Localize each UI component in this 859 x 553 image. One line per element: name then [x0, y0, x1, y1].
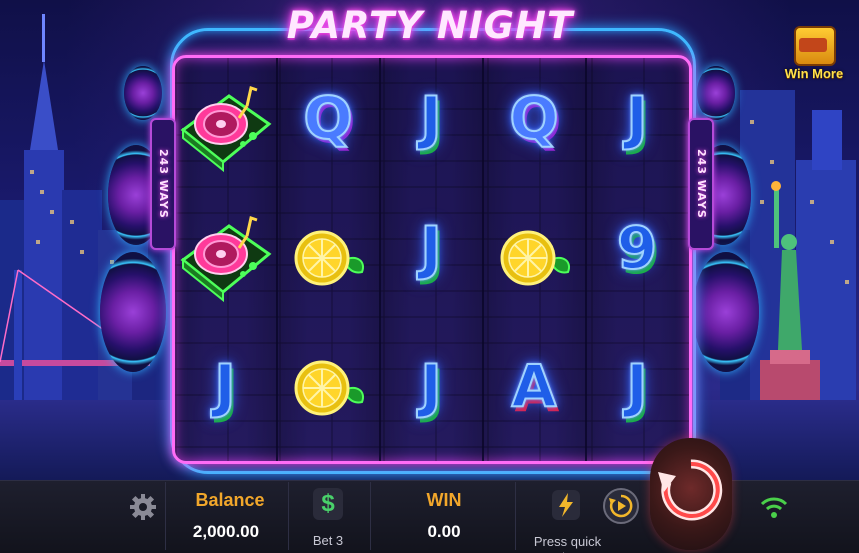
speaker-left-bottom [100, 252, 166, 372]
divider [515, 482, 516, 550]
speaker-right-top [697, 66, 735, 120]
spin-icon [658, 459, 723, 521]
game-title: PARTY NIGHT [286, 4, 574, 47]
letter-j-symbol: J [419, 84, 443, 152]
letter-q-symbol: Q [508, 84, 559, 152]
quick-stop-label: Press quick stop [533, 534, 602, 553]
dollar-icon[interactable]: $ [313, 488, 343, 520]
lemon-icon [294, 230, 364, 286]
reel-1-row-2-symbol [175, 196, 275, 316]
reel-3-row-3-symbol: J [381, 326, 481, 446]
reel-4-row-2-symbol [484, 196, 584, 316]
letter-j-symbol: J [419, 214, 443, 282]
divider [165, 482, 166, 550]
letter-j-symbol: J [625, 352, 649, 420]
divider [288, 482, 289, 550]
reel-1-row-1-symbol [175, 66, 275, 186]
win-value: 0.00 [427, 522, 461, 541]
quick-stop-button[interactable] [552, 490, 580, 520]
win-label: WIN [426, 490, 462, 510]
letter-j-symbol: J [419, 352, 443, 420]
reel-2-row-2-symbol [278, 196, 378, 316]
reel-5-row-1-symbol: J [587, 58, 687, 178]
letter-j-symbol: J [213, 352, 237, 420]
treasure-chest-icon [794, 26, 836, 66]
balance-label: Balance [195, 490, 265, 510]
reel-2-row-3-symbol [278, 326, 378, 446]
ways-badge-right: 243 WAYS [688, 118, 714, 250]
reel-2-row-1-symbol: Q [278, 58, 378, 178]
gear-icon[interactable] [129, 493, 157, 521]
lightning-icon [559, 493, 573, 517]
bet-label[interactable]: Bet 3 [298, 533, 358, 548]
autoplay-button[interactable] [603, 488, 639, 524]
speaker-right-bottom [693, 252, 759, 372]
reel-3-row-1-symbol: J [381, 58, 481, 178]
reel-5-row-3-symbol: J [587, 326, 687, 446]
reel-4-row-3-symbol: A [484, 326, 584, 446]
balance-value: 2,000.00 [192, 522, 260, 541]
reel-5-row-2-symbol: 9 [587, 188, 687, 308]
turntable-icon [180, 86, 272, 173]
reel-3-row-2-symbol: J [381, 188, 481, 308]
divider [370, 482, 371, 550]
letter-a-symbol: A [511, 352, 558, 420]
spin-button[interactable] [650, 438, 732, 550]
game-scene: PARTY NIGHT J Q J J J Q A J 9 J 243 WAYS… [0, 0, 859, 553]
lemon-icon [294, 360, 364, 416]
lemon-icon [500, 230, 570, 286]
ways-badge-left: 243 WAYS [150, 118, 176, 250]
turntable-icon [180, 216, 272, 303]
letter-q-symbol: Q [302, 84, 353, 152]
win-more-button[interactable]: Win More [782, 26, 846, 92]
reel-4-row-1-symbol: Q [484, 58, 584, 178]
win-more-label: Win More [784, 66, 844, 81]
number-9-symbol: 9 [616, 214, 658, 282]
autoplay-icon [609, 494, 633, 518]
reel-1-row-3-symbol: J [175, 326, 275, 446]
letter-j-symbol: J [625, 84, 649, 152]
wifi-icon [760, 497, 788, 518]
reel-grid: J Q J J J Q A J 9 J [172, 55, 692, 464]
speaker-left-top [124, 66, 162, 120]
